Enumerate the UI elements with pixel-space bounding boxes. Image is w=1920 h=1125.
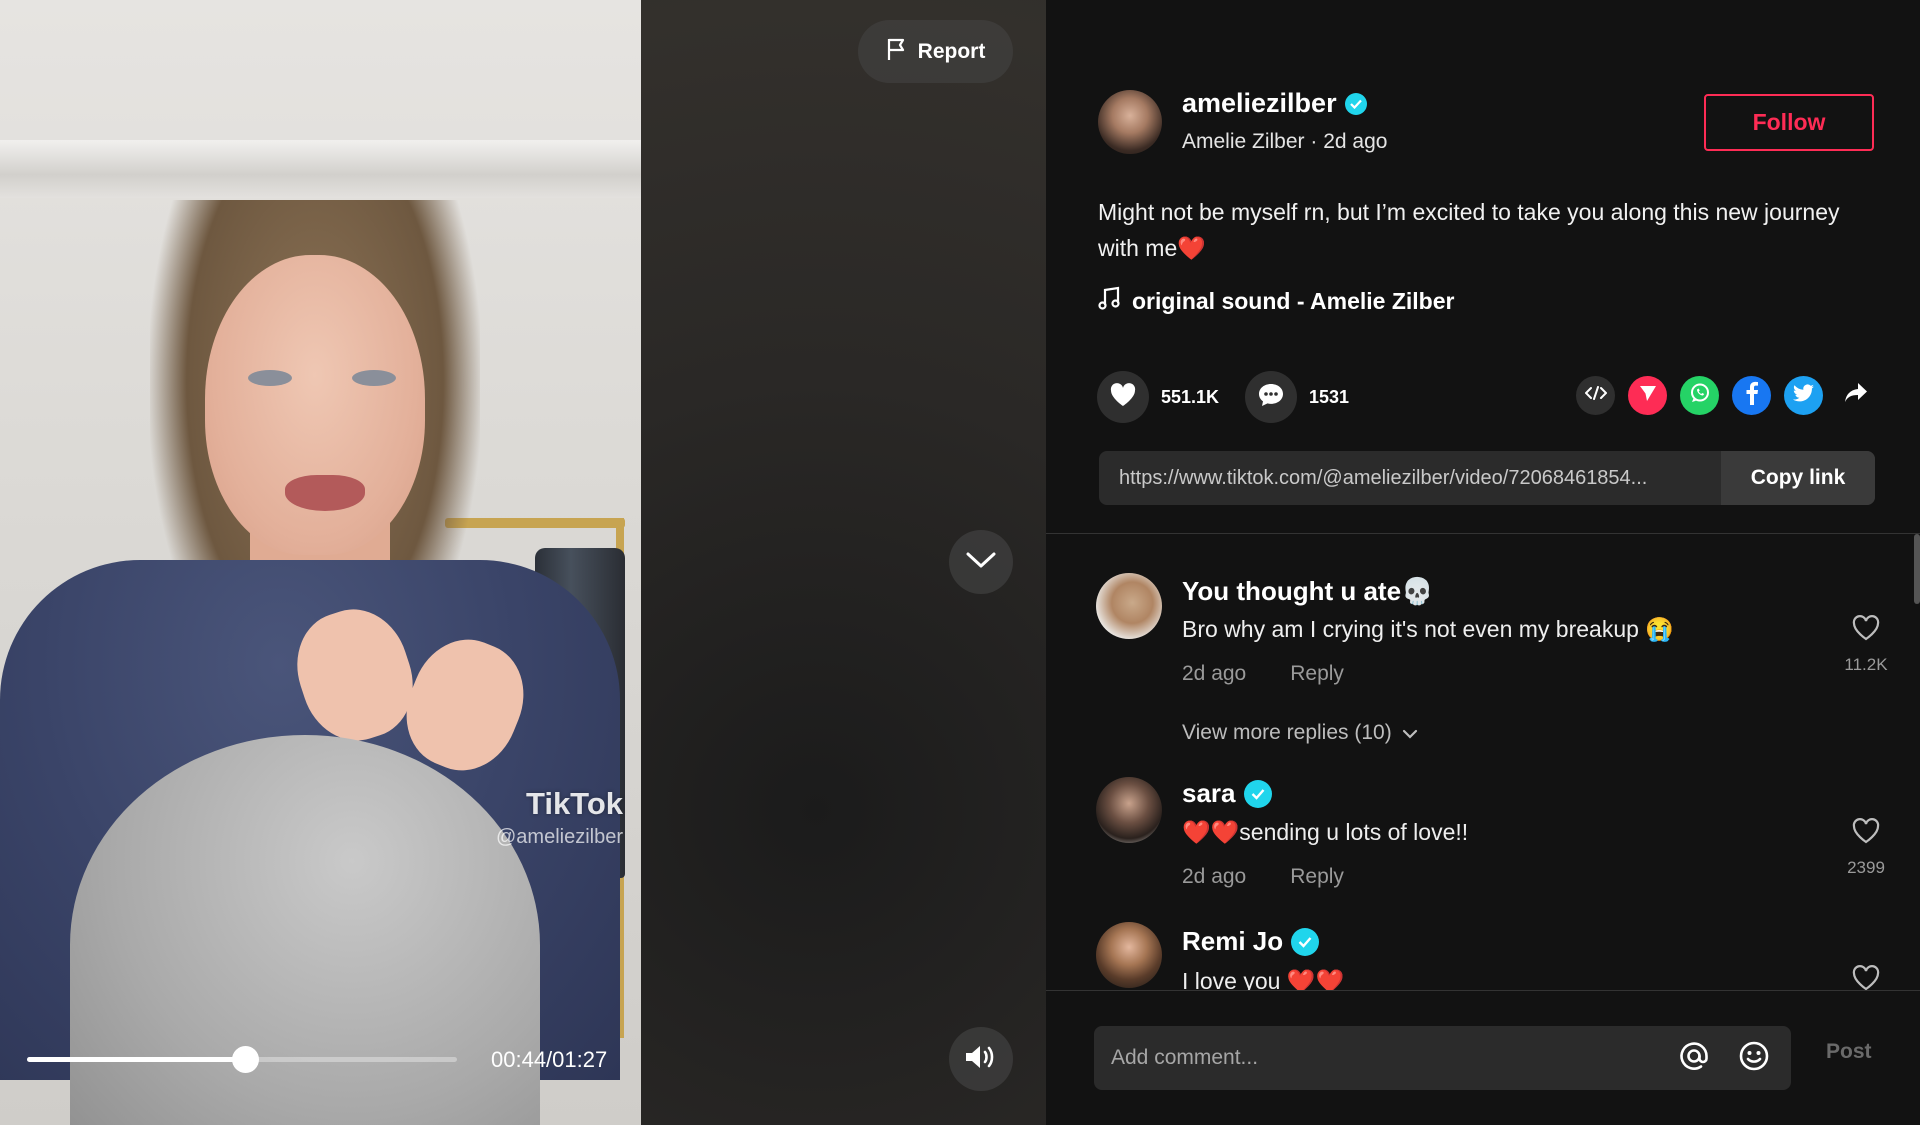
info-panel: ameliezilber Amelie Zilber · 2d ago Foll… [1046, 0, 1920, 1125]
whatsapp-icon [1688, 381, 1712, 410]
music-note-icon [1098, 286, 1120, 316]
comment-avatar[interactable] [1096, 922, 1162, 988]
report-button[interactable]: Report [858, 20, 1013, 83]
watermark-logo: TikTok [525, 786, 623, 821]
video-player[interactable]: TikTok @ameliezilber 00:44/01:27 [0, 0, 641, 1125]
facebook-icon [1745, 381, 1759, 410]
like-stat: 551.1K [1097, 371, 1219, 423]
comment-input[interactable] [1094, 1026, 1671, 1090]
comment-avatar[interactable] [1096, 777, 1162, 843]
author-handle[interactable]: ameliezilber [1182, 88, 1337, 119]
view-more-label[interactable]: View more replies (10) [1182, 721, 1392, 745]
post-comment-button[interactable]: Post [1826, 1040, 1872, 1064]
progress-fill [27, 1057, 245, 1062]
verified-badge-icon [1243, 779, 1272, 808]
flag-icon [886, 37, 908, 67]
comment-author[interactable]: Remi Jo [1182, 926, 1283, 957]
share-arrow-icon [1844, 382, 1868, 409]
video-stage: TikTok @ameliezilber 00:44/01:27 Report [0, 0, 1046, 1125]
embed-button[interactable] [1576, 376, 1615, 415]
comment-text: I love you ❤️❤️ [1182, 968, 1345, 990]
chevron-down-icon [1402, 721, 1418, 745]
comment-meta: 2d ago Reply [1182, 865, 1344, 889]
tiktok-watermark: TikTok @ameliezilber [496, 786, 623, 849]
comment-text: ❤️❤️sending u lots of love!! [1182, 819, 1469, 845]
sound-title[interactable]: original sound - Amelie Zilber [1132, 288, 1454, 315]
wall-molding [0, 140, 641, 198]
comment-like-count: 11.2K [1844, 655, 1888, 674]
comment-time: 2d ago [1182, 662, 1247, 685]
author-handle-row[interactable]: ameliezilber [1182, 88, 1367, 119]
heart-outline-icon[interactable] [1851, 965, 1881, 990]
speaker-icon [964, 1043, 998, 1076]
verified-badge-icon [1291, 927, 1320, 956]
watermark-handle: @ameliezilber [495, 826, 623, 848]
emoji-button[interactable] [1731, 1035, 1777, 1081]
comment-like[interactable] [1826, 964, 1906, 990]
whatsapp-share-button[interactable] [1680, 376, 1719, 415]
post-caption: Might not be myself rn, but I’m excited … [1098, 199, 1840, 261]
comment-like[interactable]: 11.2K [1826, 614, 1906, 675]
facebook-share-button[interactable] [1732, 376, 1771, 415]
send-to-friends-button[interactable] [1628, 376, 1667, 415]
comments-scrollbar[interactable] [1914, 534, 1920, 604]
heart-icon [1109, 382, 1137, 413]
heart-outline-icon[interactable] [1851, 818, 1881, 849]
comment-time: 2d ago [1182, 865, 1247, 888]
person-eye-left [248, 370, 292, 386]
volume-button[interactable] [949, 1027, 1013, 1091]
progress-bar[interactable] [27, 1046, 457, 1073]
reply-button[interactable]: Reply [1290, 865, 1344, 889]
next-video-button[interactable] [949, 530, 1013, 594]
comment-like[interactable]: 2399 [1826, 817, 1906, 878]
at-sign-icon [1678, 1040, 1710, 1077]
paper-plane-icon [1638, 383, 1658, 408]
share-link-text[interactable]: https://www.tiktok.com/@ameliezilber/vid… [1099, 451, 1721, 505]
comment-count: 1531 [1309, 386, 1350, 407]
person-mouth [285, 475, 365, 511]
comment-avatar[interactable] [1096, 573, 1162, 639]
twitter-share-button[interactable] [1784, 376, 1823, 415]
follow-button[interactable]: Follow [1704, 94, 1874, 151]
share-link-box: https://www.tiktok.com/@ameliezilber/vid… [1099, 451, 1875, 505]
comment-author-row[interactable]: Remi Jo [1182, 926, 1320, 957]
divider [1046, 990, 1920, 991]
copy-link-button[interactable]: Copy link [1721, 451, 1875, 505]
comment-author[interactable]: sara [1182, 778, 1236, 809]
person-eye-right [352, 370, 396, 386]
twitter-bird-icon [1792, 384, 1815, 407]
comment-list: You thought u ate💀 Bro why am I crying i… [1046, 534, 1920, 990]
progress-handle[interactable] [231, 1046, 259, 1073]
smiley-face-icon [1738, 1040, 1770, 1077]
comment-composer [1094, 1026, 1791, 1090]
view-more-replies[interactable]: View more replies (10) [1182, 721, 1418, 745]
comment-meta: 2d ago Reply [1182, 662, 1344, 686]
report-label: Report [917, 39, 986, 63]
chevron-down-icon [965, 550, 997, 575]
comment-author[interactable]: You thought u ate💀 [1182, 576, 1433, 607]
code-embed-icon [1584, 386, 1607, 405]
comment-like-count: 2399 [1847, 858, 1885, 877]
reply-button[interactable]: Reply [1290, 662, 1344, 686]
sound-link[interactable]: original sound - Amelie Zilber [1098, 286, 1454, 316]
mention-button[interactable] [1671, 1035, 1717, 1081]
heart-outline-icon[interactable] [1851, 615, 1881, 646]
comment-text: Bro why am I crying it's not even my bre… [1182, 616, 1674, 642]
like-count: 551.1K [1161, 386, 1220, 407]
comment-bubble-icon [1257, 382, 1285, 413]
like-button[interactable] [1097, 371, 1149, 423]
comment-button[interactable] [1245, 371, 1297, 423]
share-buttons [1576, 376, 1875, 415]
author-meta: Amelie Zilber · 2d ago [1182, 130, 1388, 153]
comment-author-row[interactable]: sara [1182, 778, 1272, 809]
author-avatar[interactable] [1098, 90, 1162, 154]
time-readout: 00:44/01:27 [491, 1047, 608, 1072]
verified-badge-icon [1344, 92, 1367, 115]
comment-stat: 1531 [1245, 371, 1349, 423]
more-share-button[interactable] [1836, 376, 1875, 415]
